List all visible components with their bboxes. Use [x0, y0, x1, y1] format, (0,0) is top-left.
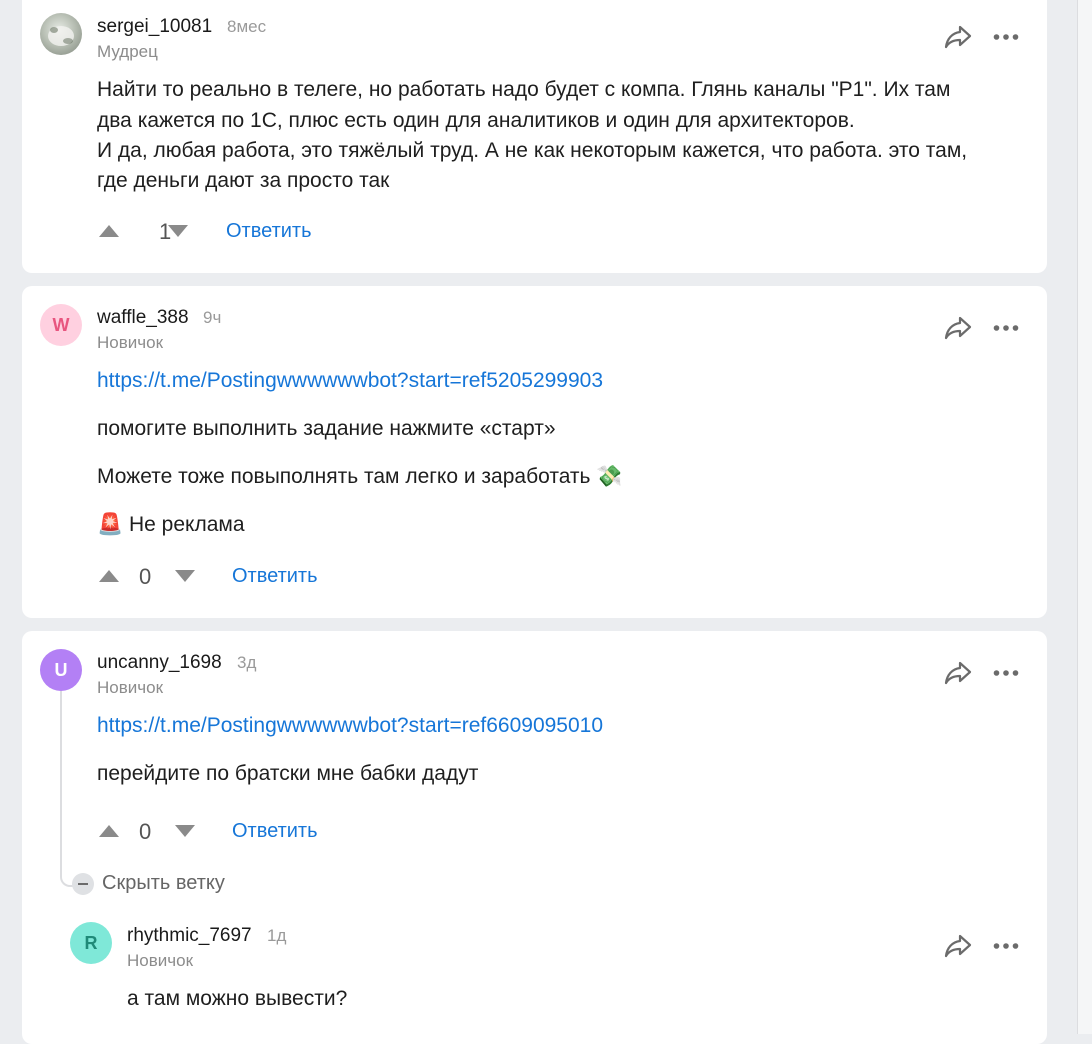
reply-button[interactable]: Ответить: [232, 565, 318, 588]
user-rank: Новичок: [97, 678, 164, 697]
comment-card: W waffle_388 9ч Новичок https://t.me/Pos…: [22, 286, 1047, 618]
more-options-icon[interactable]: [993, 942, 1019, 950]
more-options-icon[interactable]: [993, 669, 1019, 677]
hide-thread-label: Скрыть ветку: [102, 872, 225, 894]
more-options-icon[interactable]: [993, 324, 1019, 332]
comment-paragraph: а там можно вывести?: [127, 987, 348, 1010]
comment-paragraph: Можете тоже повыполнять там легко и зара…: [97, 465, 623, 488]
comment-paragraph: помогите выполнить задание нажмите «стар…: [97, 417, 556, 440]
avatar-letter: W: [52, 314, 70, 335]
avatar[interactable]: U: [40, 649, 82, 691]
downvote-icon[interactable]: [174, 569, 196, 583]
vote-score: 0: [139, 819, 152, 844]
comment-time: 1д: [267, 926, 287, 945]
comment-link[interactable]: https://t.me/Postingwwwwwwbot?start=ref6…: [97, 714, 603, 738]
vote-score: 0: [139, 564, 152, 589]
username[interactable]: uncanny_1698: [97, 652, 222, 674]
comment-time: 9ч: [203, 308, 222, 327]
user-rank: Мудрец: [97, 42, 158, 61]
reply-button[interactable]: Ответить: [232, 820, 318, 843]
username[interactable]: sergei_10081: [97, 16, 212, 38]
avatar-letter: R: [84, 932, 98, 953]
user-rank: Новичок: [97, 333, 164, 352]
comment-paragraph: перейдите по братски мне бабки дадут: [97, 762, 479, 785]
comment-text-line: Найти то реально в телеге, но работать н…: [97, 78, 951, 101]
downvote-icon[interactable]: [167, 224, 189, 238]
avatar-letter: U: [54, 659, 68, 680]
share-icon[interactable]: [944, 660, 972, 686]
upvote-icon[interactable]: [98, 824, 120, 838]
upvote-icon[interactable]: [98, 569, 120, 583]
share-icon[interactable]: [944, 24, 972, 50]
avatar[interactable]: [40, 13, 82, 55]
collapse-icon: [72, 872, 94, 895]
thread-line: [60, 691, 62, 873]
page-scroll-edge: [1077, 0, 1092, 1034]
avatar[interactable]: W: [40, 304, 82, 346]
comment-text-line: И да, любая работа, это тяжёлый труд. А …: [97, 139, 968, 162]
comment-text-line: где деньги дают за просто так: [97, 169, 390, 192]
more-options-icon[interactable]: [993, 33, 1019, 41]
comment-text-line: два кажется по 1С, плюс есть один для ан…: [97, 109, 855, 132]
comment-time: 8мес: [227, 17, 267, 36]
comment-paragraph: 🚨 Не реклама: [97, 513, 245, 536]
comment-card: sergei_10081 8мес Мудрец Найти то реальн…: [22, 0, 1047, 273]
share-icon[interactable]: [944, 315, 972, 341]
username[interactable]: waffle_388: [97, 307, 189, 329]
avatar[interactable]: R: [70, 922, 112, 964]
comment-link[interactable]: https://t.me/Postingwwwwwwbot?start=ref5…: [97, 369, 603, 393]
share-icon[interactable]: [944, 933, 972, 959]
user-rank: Новичок: [127, 951, 194, 970]
downvote-icon[interactable]: [174, 824, 196, 838]
comment-time: 3д: [237, 653, 257, 672]
upvote-icon[interactable]: [98, 224, 120, 238]
hide-thread-button[interactable]: Скрыть ветку: [72, 872, 225, 895]
reply-button[interactable]: Ответить: [226, 220, 312, 243]
username[interactable]: rhythmic_7697: [127, 925, 252, 947]
comment-card: U uncanny_1698 3д Новичок https://t.me/P…: [22, 631, 1047, 1044]
